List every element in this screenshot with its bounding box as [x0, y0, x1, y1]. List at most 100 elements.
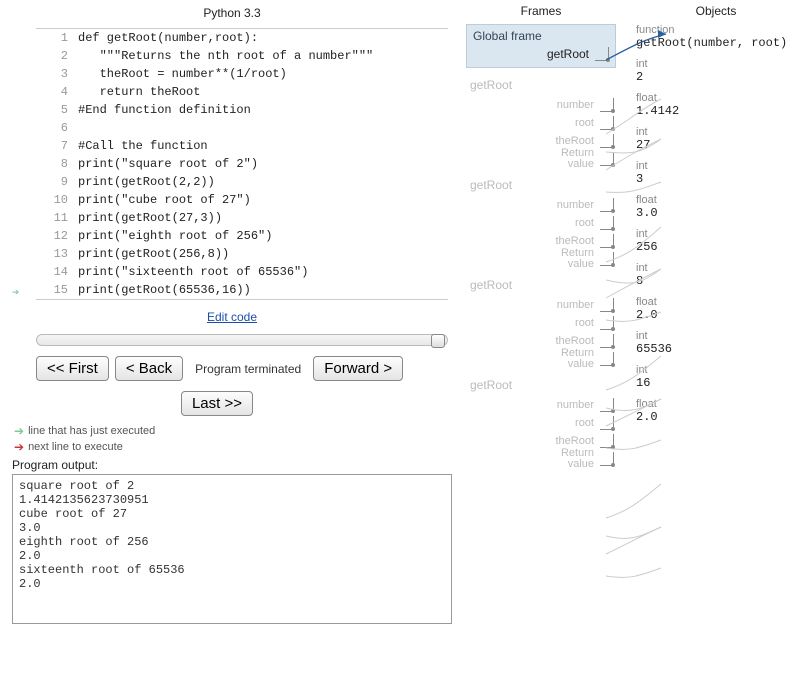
line-number: 5: [36, 103, 78, 117]
executed-arrow-icon: ➔: [14, 424, 24, 438]
frame-var-row: Returnvalue: [466, 450, 614, 468]
back-button[interactable]: < Back: [115, 356, 183, 381]
code-text: print(getRoot(2,2)): [78, 175, 215, 189]
var-slot: [600, 334, 614, 348]
line-number: 7: [36, 139, 78, 153]
frame-var-row: root: [466, 214, 614, 232]
frame-name: getRoot: [466, 378, 614, 392]
frame-var-row: Returnvalue: [466, 150, 614, 168]
object-value: 16: [636, 376, 796, 390]
frame-var-row: number: [466, 96, 614, 114]
code-text: return theRoot: [78, 85, 200, 99]
frame-var-row: number: [466, 296, 614, 314]
code-line: 14print("sixteenth root of 65536"): [36, 263, 448, 281]
code-line: 11print(getRoot(27,3)): [36, 209, 448, 227]
next-arrow-icon: ➔: [14, 440, 24, 454]
status-text: Program terminated: [189, 362, 307, 376]
code-text: def getRoot(number,root):: [78, 31, 258, 45]
global-frame: Global frame getRoot: [466, 24, 616, 68]
object-value: 65536: [636, 342, 796, 356]
object: float3.0: [636, 194, 796, 220]
code-text: print("eighth root of 256"): [78, 229, 272, 243]
program-output: square root of 2 1.4142135623730951 cube…: [12, 474, 452, 624]
object-value: 2.0: [636, 308, 796, 322]
var-slot: [600, 316, 614, 330]
object-type: int: [636, 160, 796, 172]
var-slot: [600, 252, 614, 266]
edit-code-link[interactable]: Edit code: [207, 310, 257, 324]
var-slot: [600, 298, 614, 312]
frames-title: Frames: [466, 4, 616, 18]
line-number: 2: [36, 49, 78, 63]
frame-name: getRoot: [466, 78, 614, 92]
object: int8: [636, 262, 796, 288]
code-line: 1def getRoot(number,root):: [36, 29, 448, 47]
var-slot: [600, 116, 614, 130]
var-slot: [600, 416, 614, 430]
code-text: print("square root of 2"): [78, 157, 258, 171]
slider-thumb[interactable]: [431, 334, 445, 348]
frame-var-label: root: [575, 317, 594, 329]
frame-var-label: number: [557, 199, 594, 211]
legend-next: next line to execute: [28, 441, 123, 453]
var-slot: [600, 134, 614, 148]
object-type: int: [636, 364, 796, 376]
var-slot: [595, 47, 609, 61]
frame-var-label: number: [557, 299, 594, 311]
object: int65536: [636, 330, 796, 356]
code-line: 15➔print(getRoot(65536,16)): [36, 281, 448, 299]
frame-var-label: root: [575, 117, 594, 129]
code-line: 4 return theRoot: [36, 83, 448, 101]
frame-var-row: Returnvalue: [466, 350, 614, 368]
var-slot: [600, 352, 614, 366]
code-text: print(getRoot(65536,16)): [78, 283, 251, 297]
frame-block: getRoot number root theRoot Returnvalue: [466, 78, 616, 168]
object-type: int: [636, 330, 796, 342]
frame-var-label: Returnvalue: [561, 348, 594, 370]
object-type: int: [636, 126, 796, 138]
code-line: 12print("eighth root of 256"): [36, 227, 448, 245]
code-text: print("cube root of 27"): [78, 193, 251, 207]
code-text: theRoot = number**(1/root): [78, 67, 287, 81]
code-text: #End function definition: [78, 103, 251, 117]
line-number: 11: [36, 211, 78, 225]
frame-var-row: number: [466, 196, 614, 214]
frame-var-label: theRoot: [555, 135, 594, 147]
line-number: 8: [36, 157, 78, 171]
first-button[interactable]: << First: [36, 356, 109, 381]
var-slot: [600, 152, 614, 166]
frame-var-label: number: [557, 99, 594, 111]
object: functiongetRoot(number, root): [636, 24, 796, 50]
frame-block: getRootnumberroottheRootReturnvalue: [466, 278, 616, 368]
objects-title: Objects: [636, 4, 796, 18]
output-label: Program output:: [12, 458, 458, 472]
last-button[interactable]: Last >>: [181, 391, 253, 416]
object: float1.4142: [636, 92, 796, 118]
progress-slider[interactable]: [36, 334, 448, 346]
object: int256: [636, 228, 796, 254]
object: int3: [636, 160, 796, 186]
object-value: 27: [636, 138, 796, 152]
global-var-name: getRoot: [547, 47, 589, 61]
var-slot: [600, 216, 614, 230]
frame-var-label: theRoot: [555, 335, 594, 347]
object-value: 3: [636, 172, 796, 186]
object-value: 2.0: [636, 410, 796, 424]
object-type: int: [636, 58, 796, 70]
object-value: 3.0: [636, 206, 796, 220]
frame-var-label: root: [575, 417, 594, 429]
object-type: float: [636, 194, 796, 206]
line-number: 13: [36, 247, 78, 261]
object-value: 256: [636, 240, 796, 254]
code-line: 5#End function definition: [36, 101, 448, 119]
code-line: 9print(getRoot(2,2)): [36, 173, 448, 191]
var-slot: [600, 398, 614, 412]
frame-name: getRoot: [466, 178, 614, 192]
object-type: float: [636, 398, 796, 410]
line-number: 15➔: [36, 283, 78, 297]
line-number: 10: [36, 193, 78, 207]
object-value: 1.4142: [636, 104, 796, 118]
var-slot: [600, 452, 614, 466]
forward-button[interactable]: Forward >: [313, 356, 403, 381]
object: int27: [636, 126, 796, 152]
